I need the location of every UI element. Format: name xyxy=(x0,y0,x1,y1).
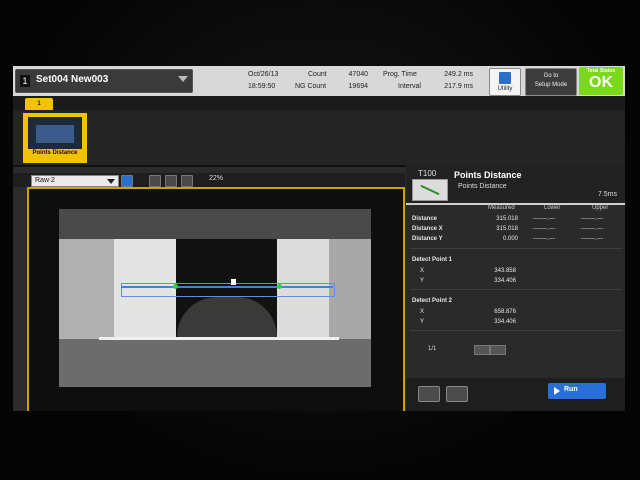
bottom-bar: Run xyxy=(406,378,625,411)
interval-label: Interval xyxy=(398,83,421,90)
date-text: Oct/26/13 xyxy=(248,71,279,78)
col-upper: Upper xyxy=(592,205,609,211)
measurement-line xyxy=(121,286,333,288)
detect-point-1-y: 334.406 xyxy=(494,278,516,284)
fit-icon[interactable] xyxy=(181,175,193,187)
page-tab-label: 1 xyxy=(37,101,41,107)
ng-count-label: NG Count xyxy=(295,83,327,90)
result-row-distance-y: Distance Y 0.000 -------.--- -------.--- xyxy=(412,236,603,242)
center-marker xyxy=(231,279,236,285)
play-icon xyxy=(554,387,560,395)
tool-time: 7.5ms xyxy=(597,191,617,198)
tool-header: T100 Points Distance Points Distance 7.5… xyxy=(406,165,625,205)
interval-value: 217.9 ms xyxy=(444,83,473,90)
monitor-logo xyxy=(305,420,350,430)
image-view[interactable] xyxy=(27,187,405,411)
scene-name: Set004 New003 xyxy=(36,74,109,85)
detect-point-2-x-label: X xyxy=(420,309,425,315)
detect-point-1-y-label: Y xyxy=(420,278,425,284)
scene-number: 1 xyxy=(20,75,30,87)
zoom-out-icon[interactable] xyxy=(165,175,177,187)
status-value: OK xyxy=(589,74,613,91)
scene-selector[interactable]: 1 Set004 New003 xyxy=(15,69,193,93)
tool-subtitle: Points Distance xyxy=(458,183,507,190)
detect-point-2-title: Detect Point 2 xyxy=(412,298,453,304)
col-lower: Lower xyxy=(544,205,561,211)
run-button[interactable]: Run xyxy=(548,383,606,399)
screen: 1 Set004 New003 Oct/26/13 18:59:50 Count… xyxy=(13,66,625,411)
page-tab-1[interactable]: 1 xyxy=(25,98,53,110)
zoom-in-icon[interactable] xyxy=(149,175,161,187)
image-view-select[interactable]: Raw 2 xyxy=(31,175,119,187)
result-row-distance: Distance 315.018 -------.--- -------.--- xyxy=(412,216,603,222)
keyboard-icon[interactable] xyxy=(418,386,440,402)
tool-id: T100 xyxy=(418,169,437,178)
utility-button[interactable]: Utility xyxy=(489,68,521,96)
divider xyxy=(410,330,622,331)
thumbnail-label: Points Distance xyxy=(32,150,78,156)
prog-time-label: Prog. Time xyxy=(383,71,417,78)
prog-time-value: 249.2 ms xyxy=(444,71,473,78)
ng-count-value: 19694 xyxy=(348,83,368,90)
detect-point-1-x-label: X xyxy=(420,268,425,274)
chevron-down-icon xyxy=(107,179,115,184)
count-label: Count xyxy=(308,71,327,78)
total-status-badge: Total Status OK xyxy=(579,67,623,95)
detect-point-2-marker xyxy=(277,284,282,289)
image-mode-icon[interactable] xyxy=(121,175,133,187)
detect-point-1-marker xyxy=(173,284,178,289)
points-distance-icon xyxy=(412,179,448,201)
time-text: 18:59:50 xyxy=(248,83,276,90)
zoom-level: 22% xyxy=(209,175,224,182)
tool-title: Points Distance xyxy=(454,170,522,180)
utility-label: Utility xyxy=(497,86,513,92)
thumbnail-image xyxy=(28,117,82,149)
prev-page-button[interactable] xyxy=(474,345,490,355)
run-label: Run xyxy=(564,386,578,393)
setup-label-2: Setup Mode xyxy=(534,82,568,88)
divider xyxy=(410,248,622,249)
utility-icon xyxy=(499,72,511,84)
thumbnail-strip: Points Distance xyxy=(13,110,625,167)
detect-point-1-x: 343.858 xyxy=(494,268,516,274)
setup-mode-button[interactable]: Go to Setup Mode xyxy=(525,68,577,96)
detect-point-2-y: 334.406 xyxy=(494,319,516,325)
camera-image xyxy=(59,209,371,387)
page-tab-strip: 1 xyxy=(13,96,625,110)
col-measured: Measured xyxy=(488,205,515,211)
chevron-down-icon[interactable] xyxy=(178,76,188,82)
image-toolbar: Raw 2 22% xyxy=(13,173,405,187)
page-indicator: 1/1 xyxy=(428,346,437,352)
detect-point-2-y-label: Y xyxy=(420,319,425,325)
setup-label-1: Go to xyxy=(543,73,559,79)
count-value: 47040 xyxy=(348,71,368,78)
detect-point-1-title: Detect Point 1 xyxy=(412,257,453,263)
divider xyxy=(410,289,622,290)
result-row-distance-x: Distance X 315.018 -------.--- -------.-… xyxy=(412,226,603,232)
top-bar: 1 Set004 New003 Oct/26/13 18:59:50 Count… xyxy=(13,66,625,96)
image-view-value: Raw 2 xyxy=(35,177,55,184)
graph-icon[interactable] xyxy=(446,386,468,402)
detect-point-2-x: 658.876 xyxy=(494,309,516,315)
next-page-button[interactable] xyxy=(490,345,506,355)
thumbnail-points-distance[interactable]: Points Distance xyxy=(23,113,87,163)
result-panel: T100 Points Distance Points Distance 7.5… xyxy=(406,165,625,411)
